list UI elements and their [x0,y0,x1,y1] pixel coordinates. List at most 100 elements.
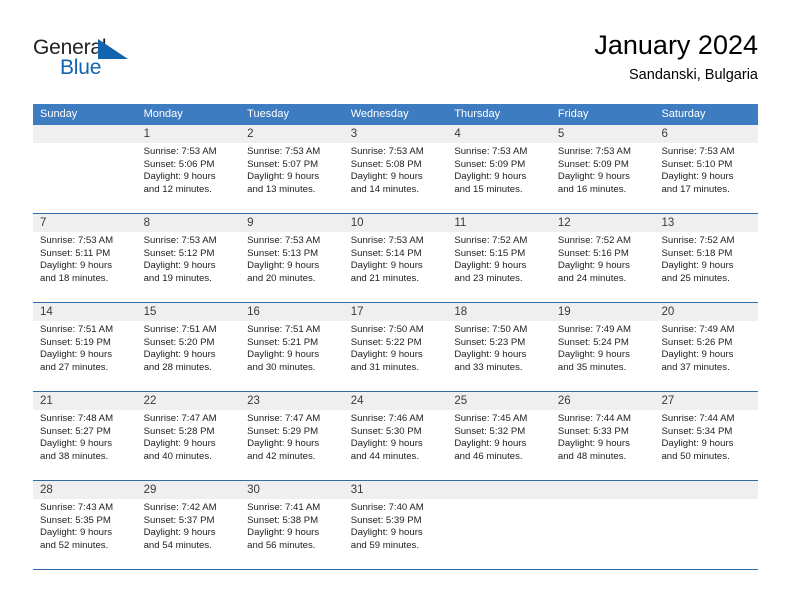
day-number: 23 [240,392,344,410]
day-info: Sunrise: 7:50 AM Sunset: 5:22 PM Daylight:… [344,321,448,374]
sunrise-text: Sunrise: 7:51 AM [143,324,217,335]
daylight-text-line2: and 18 minutes. [40,272,109,284]
day-number: 1 [136,125,241,143]
day-cell[interactable]: 19 Sunrise: 7:49 AM Sunset: 5:24 PM Dayligh… [550,303,655,391]
daylight-text-line2: and 46 minutes. [454,450,523,462]
daylight-text-line1: Daylight: 9 hours [454,438,527,450]
sunrise-text: Sunrise: 7:51 AM [247,324,321,335]
day-number: 8 [136,214,241,232]
sunset-text: Sunset: 5:14 PM [350,247,422,259]
day-number: 11 [447,214,551,232]
day-cell[interactable]: 13 Sunrise: 7:52 AM Sunset: 5:18 PM Dayligh… [654,214,759,302]
day-cell[interactable]: 15 Sunrise: 7:51 AM Sunset: 5:20 PM Dayligh… [136,303,241,391]
sunrise-text: Sunrise: 7:44 AM [661,413,735,424]
day-cell[interactable]: 14 Sunrise: 7:51 AM Sunset: 5:19 PM Dayligh… [33,303,137,391]
day-cell[interactable]: 5 Sunrise: 7:53 AM Sunset: 5:09 PM Daylight… [550,125,655,213]
sunrise-text: Sunrise: 7:52 AM [557,235,631,246]
daylight-text-line1: Daylight: 9 hours [454,171,527,183]
daylight-text-line2: and 24 minutes. [557,272,627,284]
day-cell[interactable]: 6 Sunrise: 7:53 AM Sunset: 5:10 PM Daylight… [654,125,759,213]
sunset-text: Sunset: 5:21 PM [247,336,319,348]
sunset-text: Sunset: 5:30 PM [350,425,422,437]
daylight-text-line2: and 50 minutes. [661,450,730,462]
daylight-text-line2: and 28 minutes. [143,361,212,373]
daylight-text-line1: Daylight: 9 hours [557,438,630,450]
day-cell[interactable]: 16 Sunrise: 7:51 AM Sunset: 5:21 PM Dayligh… [240,303,344,391]
day-cell[interactable]: 30 Sunrise: 7:41 AM Sunset: 5:38 PM Dayligh… [240,481,344,569]
sunset-text: Sunset: 5:23 PM [454,336,526,348]
daylight-text-line2: and 38 minutes. [40,450,109,462]
day-cell[interactable]: 26 Sunrise: 7:44 AM Sunset: 5:33 PM Dayligh… [550,392,655,480]
day-cell[interactable]: 11 Sunrise: 7:52 AM Sunset: 5:15 PM Dayligh… [447,214,551,302]
day-cell[interactable]: 10 Sunrise: 7:53 AM Sunset: 5:14 PM Dayligh… [343,214,448,302]
daylight-text-line1: Daylight: 9 hours [557,349,630,361]
day-info: Sunrise: 7:52 AM Sunset: 5:16 PM Daylight:… [551,232,655,285]
day-cell[interactable]: 2 Sunrise: 7:53 AM Sunset: 5:07 PM Daylight… [240,125,344,213]
day-cell[interactable]: 21 Sunrise: 7:48 AM Sunset: 5:27 PM Dayligh… [33,392,137,480]
week-row: 1 Sunrise: 7:53 AM Sunset: 5:06 PM Daylight… [33,125,759,213]
day-info: Sunrise: 7:51 AM Sunset: 5:19 PM Daylight:… [33,321,137,374]
day-cell[interactable]: 31 Sunrise: 7:40 AM Sunset: 5:39 PM Dayligh… [343,481,448,569]
sunset-text: Sunset: 5:27 PM [40,425,111,437]
daylight-text-line2: and 16 minutes. [557,183,627,195]
day-cell[interactable]: 20 Sunrise: 7:49 AM Sunset: 5:26 PM Dayligh… [654,303,759,391]
sunrise-text: Sunrise: 7:44 AM [557,413,631,424]
week-row: 7 Sunrise: 7:53 AM Sunset: 5:11 PM Daylight… [33,213,759,302]
daylight-text-line1: Daylight: 9 hours [557,171,630,183]
day-number: 10 [343,214,448,232]
day-cell-empty [33,125,137,213]
daylight-text-line2: and 54 minutes. [143,539,212,551]
sunrise-text: Sunrise: 7:46 AM [350,413,424,424]
sunrise-text: Sunrise: 7:53 AM [143,235,217,246]
daylight-text-line1: Daylight: 9 hours [557,260,630,272]
daylight-text-line2: and 59 minutes. [350,539,420,551]
general-blue-logo[interactable]: General Blue [33,36,223,86]
day-cell[interactable]: 17 Sunrise: 7:50 AM Sunset: 5:22 PM Dayligh… [343,303,448,391]
daylight-text-line2: and 23 minutes. [454,272,523,284]
day-cell[interactable]: 4 Sunrise: 7:53 AM Sunset: 5:09 PM Daylight… [447,125,551,213]
daylight-text-line2: and 40 minutes. [143,450,212,462]
weekday-header-thursday: Thursday [454,108,501,120]
weekday-header-friday: Friday [557,108,589,120]
daylight-text-line2: and 35 minutes. [557,361,627,373]
daylight-text-line1: Daylight: 9 hours [247,349,320,361]
day-cell[interactable]: 9 Sunrise: 7:53 AM Sunset: 5:13 PM Daylight… [240,214,344,302]
day-info: Sunrise: 7:53 AM Sunset: 5:08 PM Daylight:… [344,143,448,196]
sunrise-text: Sunrise: 7:53 AM [454,146,528,157]
sunset-text: Sunset: 5:34 PM [661,425,733,437]
day-cell[interactable]: 24 Sunrise: 7:46 AM Sunset: 5:30 PM Dayligh… [343,392,448,480]
page-subtitle: Sandanski, Bulgaria [629,67,758,83]
sunrise-text: Sunrise: 7:41 AM [247,502,321,513]
day-cell[interactable]: 29 Sunrise: 7:42 AM Sunset: 5:37 PM Dayligh… [136,481,241,569]
day-info: Sunrise: 7:53 AM Sunset: 5:06 PM Daylight:… [137,143,241,196]
day-cell[interactable]: 18 Sunrise: 7:50 AM Sunset: 5:23 PM Dayligh… [447,303,551,391]
day-cell[interactable]: 25 Sunrise: 7:45 AM Sunset: 5:32 PM Dayligh… [447,392,551,480]
day-cell[interactable]: 7 Sunrise: 7:53 AM Sunset: 5:11 PM Daylight… [33,214,137,302]
weekday-header-monday: Monday [143,108,183,120]
day-info: Sunrise: 7:51 AM Sunset: 5:20 PM Daylight:… [137,321,241,374]
sunrise-text: Sunrise: 7:52 AM [661,235,735,246]
day-number [33,125,137,143]
day-cell[interactable]: 23 Sunrise: 7:47 AM Sunset: 5:29 PM Dayligh… [240,392,344,480]
day-cell[interactable]: 3 Sunrise: 7:53 AM Sunset: 5:08 PM Daylight… [343,125,448,213]
day-cell[interactable]: 28 Sunrise: 7:43 AM Sunset: 5:35 PM Dayligh… [33,481,137,569]
day-cell[interactable]: 27 Sunrise: 7:44 AM Sunset: 5:34 PM Dayligh… [654,392,759,480]
sunrise-text: Sunrise: 7:45 AM [454,413,528,424]
week-row: 14 Sunrise: 7:51 AM Sunset: 5:19 PM Dayligh… [33,302,759,391]
sunset-text: Sunset: 5:39 PM [350,514,422,526]
day-number: 20 [654,303,759,321]
day-cell[interactable]: 8 Sunrise: 7:53 AM Sunset: 5:12 PM Daylight… [136,214,241,302]
sunset-text: Sunset: 5:32 PM [454,425,526,437]
day-cell[interactable]: 12 Sunrise: 7:52 AM Sunset: 5:16 PM Dayligh… [550,214,655,302]
sunset-text: Sunset: 5:19 PM [40,336,111,348]
day-cell[interactable]: 1 Sunrise: 7:53 AM Sunset: 5:06 PM Daylight… [136,125,241,213]
daylight-text-line1: Daylight: 9 hours [40,349,112,361]
day-number: 5 [550,125,655,143]
weekday-header-wednesday: Wednesday [350,108,409,120]
sunrise-text: Sunrise: 7:47 AM [143,413,217,424]
day-info: Sunrise: 7:52 AM Sunset: 5:15 PM Daylight:… [447,232,551,285]
day-cell[interactable]: 22 Sunrise: 7:47 AM Sunset: 5:28 PM Dayligh… [136,392,241,480]
sunrise-text: Sunrise: 7:43 AM [40,502,114,513]
sunrise-text: Sunrise: 7:50 AM [454,324,528,335]
day-info: Sunrise: 7:51 AM Sunset: 5:21 PM Daylight:… [240,321,344,374]
